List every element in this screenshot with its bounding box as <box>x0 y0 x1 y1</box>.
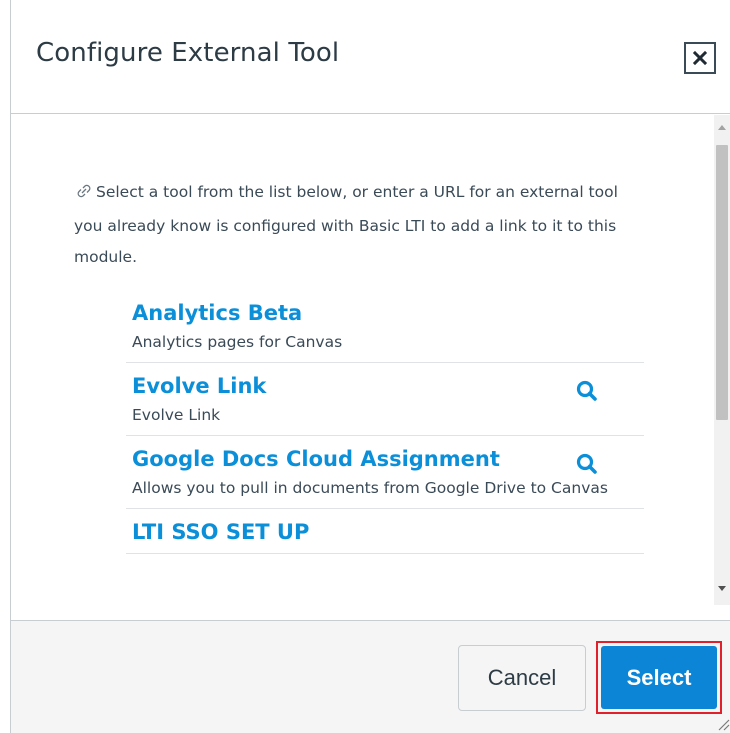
close-icon <box>692 50 708 66</box>
tool-item-analytics-beta[interactable]: Analytics Beta Analytics pages for Canva… <box>126 290 644 363</box>
tool-item-lti-sso-set-up[interactable]: LTI SSO SET UP <box>126 509 644 554</box>
cancel-button[interactable]: Cancel <box>458 645 586 711</box>
tool-name-link[interactable]: Google Docs Cloud Assignment <box>132 444 644 474</box>
scroll-down-arrow-icon[interactable] <box>714 581 730 597</box>
select-button[interactable]: Select <box>601 646 717 709</box>
tool-item-evolve-link[interactable]: Evolve Link Evolve Link <box>126 363 644 436</box>
dialog-footer: Cancel Select <box>11 620 730 733</box>
configure-external-tool-dialog: Configure External Tool Select a tool fr… <box>10 0 730 733</box>
dialog-scrollbar[interactable] <box>714 115 730 605</box>
dialog-header: Configure External Tool <box>11 0 730 114</box>
dialog-body[interactable]: Select a tool from the list below, or en… <box>11 115 730 620</box>
scroll-up-arrow-icon[interactable] <box>714 119 730 135</box>
search-icon[interactable] <box>575 452 599 476</box>
tool-description: Analytics pages for Canvas <box>132 333 343 351</box>
tool-description: Evolve Link <box>132 406 221 424</box>
tool-description: Allows you to pull in documents from Goo… <box>132 479 608 497</box>
tool-name-link[interactable]: Analytics Beta <box>132 298 644 328</box>
link-icon <box>74 180 94 211</box>
search-icon[interactable] <box>575 379 599 403</box>
intro-text-content: Select a tool from the list below, or en… <box>74 183 618 266</box>
tool-name-link[interactable]: LTI SSO SET UP <box>132 517 644 547</box>
scrollbar-thumb[interactable] <box>716 145 728 420</box>
close-button[interactable] <box>684 42 716 74</box>
tool-item-google-docs-cloud-assignment[interactable]: Google Docs Cloud Assignment Allows you … <box>126 436 644 509</box>
tool-name-link[interactable]: Evolve Link <box>132 371 644 401</box>
tool-list: Analytics Beta Analytics pages for Canva… <box>126 290 644 554</box>
resize-grip-icon[interactable] <box>714 715 730 731</box>
intro-text: Select a tool from the list below, or en… <box>74 177 634 273</box>
dialog-title: Configure External Tool <box>36 38 340 68</box>
